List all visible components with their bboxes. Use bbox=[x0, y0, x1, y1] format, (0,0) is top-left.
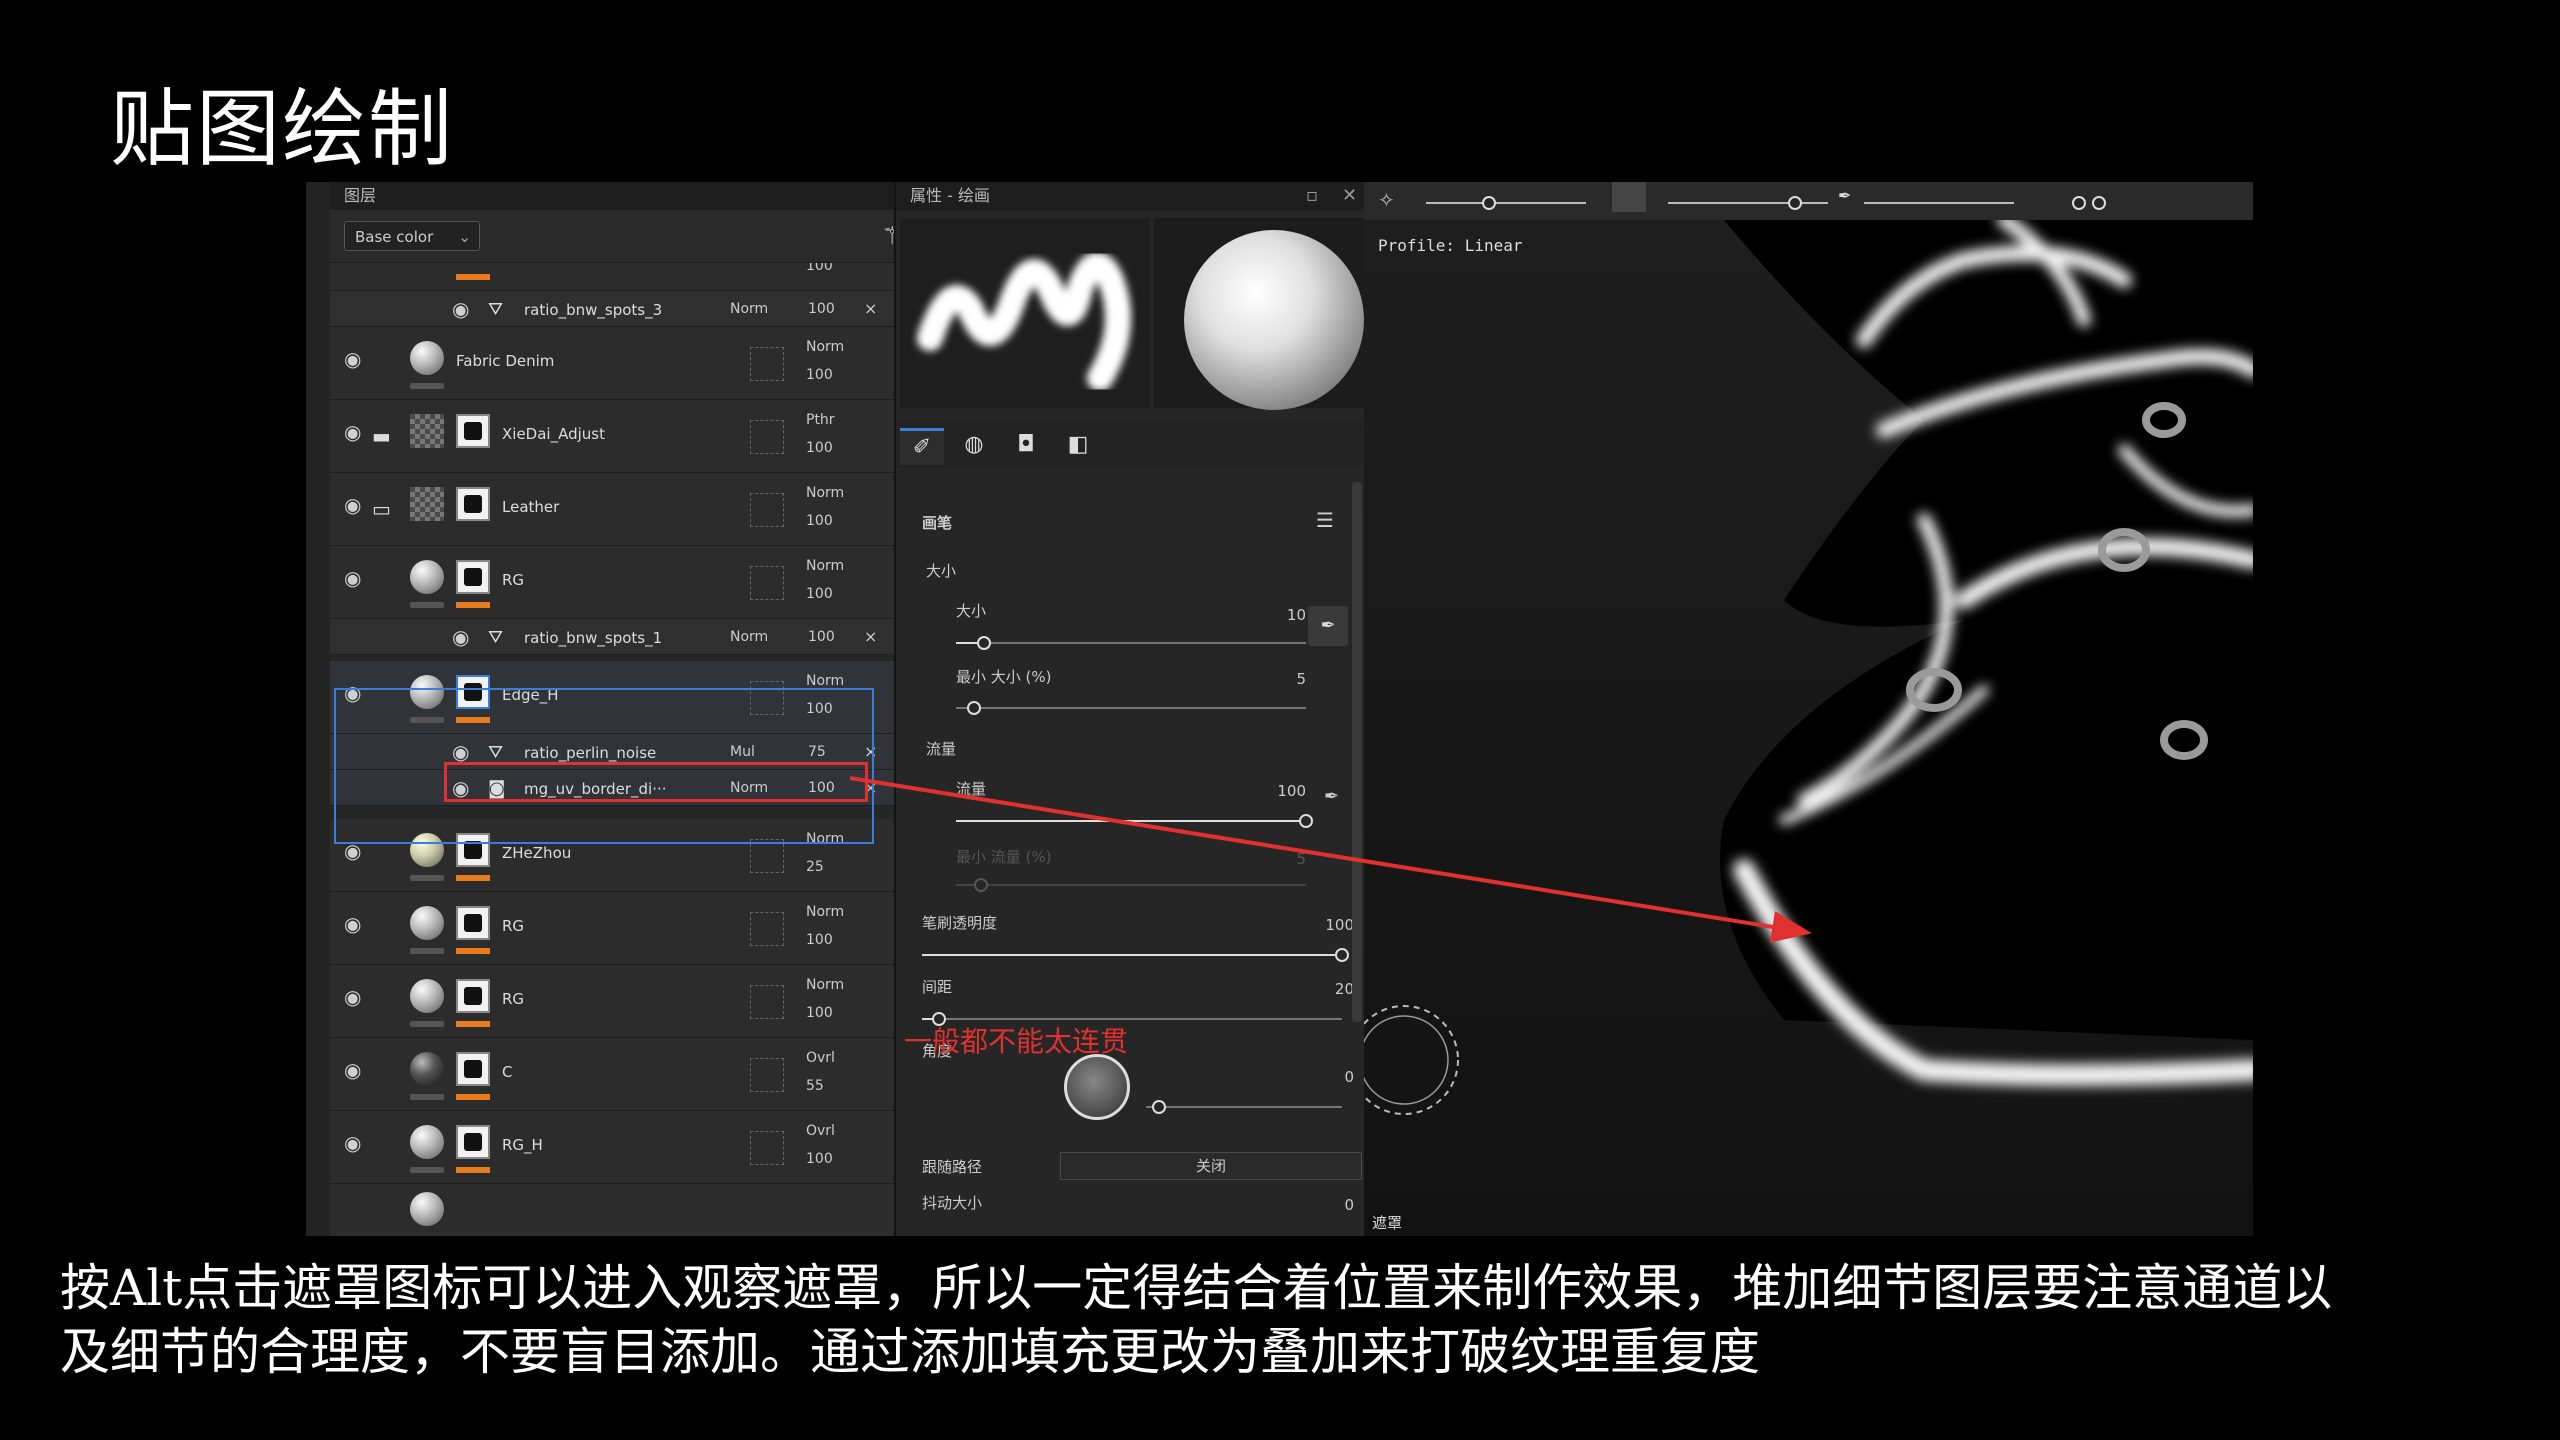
annotation-arrow bbox=[849, 776, 1812, 943]
caption-line-2: 及细节的合理度，不要盲目添加。通过添加填充更改为叠加来打破纹理重复度 bbox=[60, 1323, 1760, 1381]
caption-line-1: 按Alt点击遮罩图标可以进入观察遮罩，所以一定得结合着位置来制作效果，堆加细节图… bbox=[60, 1259, 2333, 1317]
substance-painter-screenshot: 图层 ▫ ✕ Base color ⌄ ⚚ ◩ ✎ ⛛ ◕ ▬ 🗑 100 ◉ bbox=[306, 182, 2253, 1236]
slide-caption: 按Alt点击遮罩图标可以进入观察遮罩，所以一定得结合着位置来制作效果，堆加细节图… bbox=[60, 1256, 2500, 1384]
annotation-text: 一般都不能太连贯 bbox=[904, 1025, 1129, 1058]
slide-title: 贴图绘制 bbox=[110, 80, 455, 178]
